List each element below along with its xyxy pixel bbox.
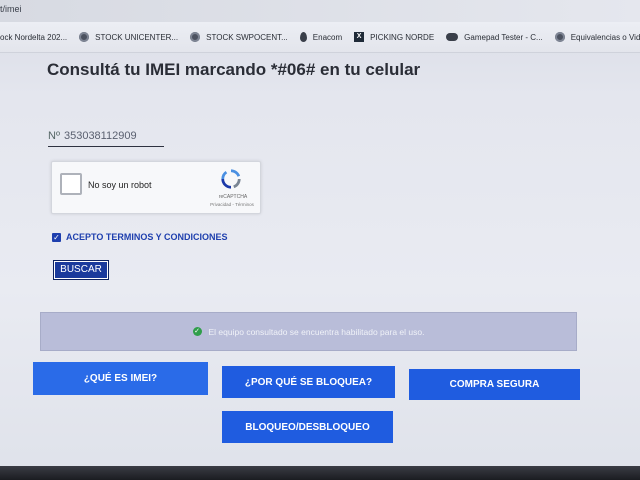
bookmark-label: STOCK SWPOCENT... xyxy=(206,32,288,42)
terms-checkbox[interactable]: ✓ xyxy=(52,232,61,242)
bookmark-label: PICKING NORDE xyxy=(370,32,435,42)
bookmark-label: Enacom xyxy=(312,32,343,42)
bookmarks-bar: ock Nordelta 202... STOCK UNICENTER... S… xyxy=(0,22,640,53)
monitor-bezel xyxy=(0,466,640,480)
bookmark-stock-unicenter[interactable]: STOCK UNICENTER... xyxy=(79,32,178,42)
bookmark-enacom[interactable]: Enacom xyxy=(299,32,343,42)
search-button[interactable]: BUSCAR xyxy=(53,260,109,280)
globe-icon xyxy=(190,32,201,42)
check-circle-icon: ✓ xyxy=(192,327,202,336)
bookmark-picking-norde[interactable]: X PICKING NORDE xyxy=(354,32,434,42)
gamepad-icon xyxy=(446,33,459,41)
imei-input[interactable] xyxy=(63,130,150,142)
page-title: Consultá tu IMEI marcando *#06# en tu ce… xyxy=(47,60,421,79)
recaptcha-label: No soy un robot xyxy=(88,180,152,190)
recaptcha-checkbox[interactable] xyxy=(60,173,82,195)
bookmark-label: STOCK UNICENTER... xyxy=(95,32,179,42)
terms-checkbox-row[interactable]: ✓ ACEPTO TERMINOS Y CONDICIONES xyxy=(52,232,228,242)
alert-message: El equipo consultado se encuentra habili… xyxy=(208,326,425,337)
bookmark-stock-swpocent[interactable]: STOCK SWPOCENT... xyxy=(190,32,288,42)
address-bar[interactable]: t/imei xyxy=(0,0,640,22)
why-blocked-button[interactable]: ¿POR QUÉ SE BLOQUEA? xyxy=(222,366,395,398)
bookmark-label: Equivalencias o Vid xyxy=(570,32,640,42)
recaptcha-links[interactable]: Privacidad - Términos xyxy=(197,202,267,207)
bookmark-gamepad-tester[interactable]: Gamepad Tester - C... xyxy=(446,33,543,42)
what-is-imei-button[interactable]: ¿QUÉ ES IMEI? xyxy=(33,362,208,395)
bookmark-label: ock Nordelta 202... xyxy=(0,32,68,42)
globe-icon xyxy=(79,32,90,42)
globe-icon xyxy=(554,32,565,42)
block-unblock-button[interactable]: BLOQUEO/DESBLOQUEO xyxy=(222,411,393,443)
terms-label: ACEPTO TERMINOS Y CONDICIONES xyxy=(66,232,228,242)
safe-purchase-button[interactable]: COMPRA SEGURA xyxy=(409,369,580,400)
excel-icon: X xyxy=(354,32,365,42)
imei-prefix: Nº xyxy=(48,130,60,142)
drop-icon xyxy=(299,32,307,42)
bookmark-equivalencias[interactable]: Equivalencias o Vid xyxy=(554,32,640,42)
recaptcha-widget: No soy un robot reCAPTCHA Privacidad - T… xyxy=(51,161,261,214)
bookmark-label: Gamepad Tester - C... xyxy=(464,32,543,42)
bookmark-nordelta[interactable]: ock Nordelta 202... xyxy=(0,33,67,42)
success-alert: ✓ El equipo consultado se encuentra habi… xyxy=(40,312,577,351)
url-text[interactable]: t/imei xyxy=(0,4,22,14)
recaptcha-logo-icon xyxy=(221,169,241,189)
recaptcha-brand: reCAPTCHA xyxy=(218,194,248,200)
imei-field[interactable]: Nº xyxy=(48,126,164,147)
